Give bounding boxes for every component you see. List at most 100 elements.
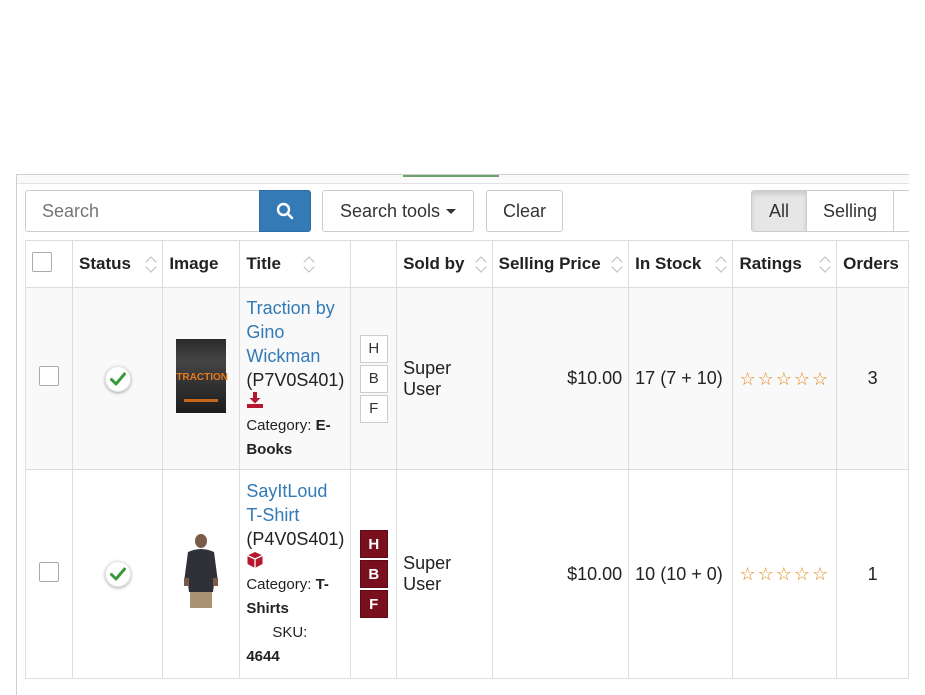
sku-line: SKU: xyxy=(246,621,344,645)
flag-buttons: H B F xyxy=(357,530,390,618)
flag-buttons: H B F xyxy=(357,334,390,423)
product-image[interactable]: TRACTION xyxy=(176,339,228,413)
column-status[interactable]: Status xyxy=(72,240,164,288)
clear-button[interactable]: Clear xyxy=(486,190,563,232)
column-ratings-label: Ratings xyxy=(739,254,802,273)
checkmark-icon xyxy=(109,372,126,385)
column-title[interactable]: Title xyxy=(239,240,352,288)
image-cell xyxy=(162,469,241,679)
column-image: Image xyxy=(162,240,241,288)
book-cover-bar xyxy=(184,399,219,402)
sort-icon xyxy=(716,254,726,274)
sort-icon xyxy=(476,254,486,274)
star-rating[interactable]: ☆☆☆☆☆ xyxy=(739,367,830,391)
title-cell: Traction by Gino Wickman (P7V0S401) Cate… xyxy=(239,287,352,470)
flag-f-button[interactable]: F xyxy=(359,394,388,423)
ratings-cell: ☆☆☆☆☆ xyxy=(732,469,838,679)
column-status-label: Status xyxy=(79,254,131,273)
column-title-label: Title xyxy=(246,254,281,273)
orders-cell: 1 xyxy=(836,469,909,679)
product-title-link[interactable]: Traction by Gino Wickman xyxy=(246,296,344,368)
column-orders[interactable]: Orders xyxy=(836,240,909,288)
row-checkbox[interactable] xyxy=(39,561,60,582)
orders-cell: 3 xyxy=(836,287,909,470)
sold-by-cell: Super User xyxy=(396,469,493,679)
filter-selling-label: Selling xyxy=(822,200,878,221)
flag-f-button[interactable]: F xyxy=(359,590,388,618)
product-image[interactable] xyxy=(179,532,223,612)
column-selling-price-label: Selling Price xyxy=(498,254,601,273)
panel-top-tabs-strip xyxy=(17,175,909,184)
active-tab-indicator xyxy=(403,175,499,177)
sort-icon xyxy=(304,254,314,274)
select-all-cell xyxy=(24,240,74,288)
column-flags xyxy=(350,240,398,288)
search-tools-label: Search tools xyxy=(339,200,441,221)
toolbar: Search tools Clear All Selling xyxy=(17,190,909,234)
status-published-toggle[interactable] xyxy=(104,365,131,392)
products-table: Status Image Title Sold by Selling Price… xyxy=(24,240,909,679)
image-cell: TRACTION xyxy=(162,287,241,470)
filter-more-button[interactable] xyxy=(893,190,909,232)
row-select-cell xyxy=(24,287,74,470)
stock-cell: 17 (7 + 10) xyxy=(628,287,734,470)
column-selling-price[interactable]: Selling Price xyxy=(491,240,630,288)
caret-down-icon xyxy=(446,208,457,214)
filter-selling-button[interactable]: Selling xyxy=(806,190,894,232)
search-button[interactable] xyxy=(259,190,311,232)
status-published-toggle[interactable] xyxy=(104,561,131,587)
product-code: (P7V0S401) xyxy=(246,369,345,390)
stock-cell: 10 (10 + 0) xyxy=(628,469,734,679)
status-cell xyxy=(72,469,164,679)
column-ratings[interactable]: Ratings xyxy=(732,240,838,288)
column-orders-label: Orders xyxy=(843,254,899,273)
category-line: Category: E-Books xyxy=(246,414,344,462)
product-title-link[interactable]: SayItLoud T-Shirt xyxy=(246,479,344,527)
flag-b-button[interactable]: B xyxy=(359,560,388,588)
row-checkbox[interactable] xyxy=(39,366,60,386)
sku-value: 4644 xyxy=(246,648,280,665)
download-icon xyxy=(246,391,344,414)
sku-label: SKU: xyxy=(272,624,308,641)
flag-h-button[interactable]: H xyxy=(359,530,388,558)
table-row[interactable]: TRACTION Traction by Gino Wickman (P7V0S… xyxy=(24,287,909,470)
row-select-cell xyxy=(24,469,74,679)
category-line: Category: T-Shirts xyxy=(246,573,344,621)
column-in-stock[interactable]: In Stock xyxy=(628,240,734,288)
column-sold-by-label: Sold by xyxy=(403,254,465,273)
status-cell xyxy=(72,287,164,470)
search-tools-button[interactable]: Search tools xyxy=(322,190,474,232)
ratings-cell: ☆☆☆☆☆ xyxy=(732,287,838,470)
price-cell: $10.00 xyxy=(491,287,630,470)
category-label: Category: xyxy=(246,416,312,434)
flags-cell: H B F xyxy=(350,287,398,470)
sort-icon xyxy=(146,254,156,274)
book-cover-title: TRACTION xyxy=(176,372,228,383)
column-sold-by[interactable]: Sold by xyxy=(396,240,493,288)
clear-label: Clear xyxy=(502,200,546,221)
flags-cell: H B F xyxy=(350,469,398,679)
column-in-stock-label: In Stock xyxy=(635,254,702,273)
box-icon xyxy=(246,551,344,573)
sku-value-line: 4644 xyxy=(246,645,344,669)
product-code: (P4V0S401) xyxy=(246,529,345,549)
select-all-checkbox[interactable] xyxy=(32,251,52,272)
star-rating[interactable]: ☆☆☆☆☆ xyxy=(739,562,830,586)
checkmark-icon xyxy=(109,567,126,581)
table-row[interactable]: SayItLoud T-Shirt (P4V0S401) Category: T… xyxy=(24,469,909,679)
table-header-row: Status Image Title Sold by Selling Price… xyxy=(24,240,909,288)
search-icon xyxy=(276,202,294,220)
category-label: Category: xyxy=(246,576,312,593)
filter-all-label: All xyxy=(768,200,789,221)
search-input[interactable] xyxy=(25,190,259,232)
sort-icon xyxy=(612,254,622,274)
products-panel: Search tools Clear All Selling Status Im xyxy=(16,174,909,695)
flag-h-button[interactable]: H xyxy=(359,334,388,363)
column-image-label: Image xyxy=(169,254,219,273)
flag-b-button[interactable]: B xyxy=(359,364,388,393)
price-cell: $10.00 xyxy=(491,469,630,679)
sold-by-cell: Super User xyxy=(396,287,493,470)
filter-all-button[interactable]: All xyxy=(751,190,807,232)
title-cell: SayItLoud T-Shirt (P4V0S401) Category: T… xyxy=(239,469,352,679)
sort-icon xyxy=(820,254,830,274)
